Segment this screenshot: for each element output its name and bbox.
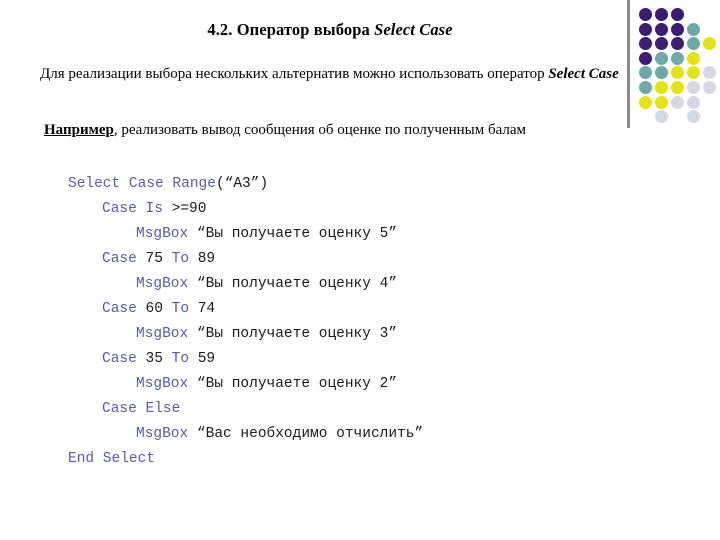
decorative-dot — [671, 95, 684, 109]
decorative-dot — [655, 66, 668, 80]
vertical-divider-line — [627, 0, 630, 128]
decorative-dot — [655, 110, 668, 124]
code-line: Case Is >=90 — [68, 197, 423, 222]
code-line: MsgBox “Вы получаете оценку 3” — [68, 322, 423, 347]
code-literal: 75 — [136, 251, 172, 267]
code-literal: 60 — [136, 301, 172, 317]
code-keyword: Case Is — [102, 201, 163, 217]
code-block: Select Case Range(“A3”) Case Is >=90 MsgBo… — [68, 172, 423, 472]
intro-paragraph-emphasis: Select Case — [548, 66, 619, 82]
code-literal: “Вас необходимо отчислить” — [188, 426, 424, 442]
page-title: 4.2. Оператор выбора Select Case — [40, 20, 620, 40]
code-keyword: MsgBox — [136, 276, 189, 292]
code-literal: “Вы получаете оценку 5” — [188, 226, 398, 242]
code-line: MsgBox “Вы получаете оценку 2” — [68, 372, 423, 397]
decorative-dot — [655, 51, 668, 65]
decorative-dot — [639, 22, 652, 36]
code-keyword: MsgBox — [136, 226, 189, 242]
code-keyword: To — [171, 351, 190, 367]
decorative-dot-graphic — [627, 0, 720, 132]
page-title-emphasis: Select Case — [374, 20, 453, 39]
decorative-dot — [655, 22, 668, 36]
decorative-dot — [639, 81, 652, 94]
code-line: MsgBox “Вас необходимо отчислить” — [68, 422, 423, 447]
decorative-dot — [703, 66, 716, 80]
code-line: Case 75 To 89 — [68, 247, 423, 272]
code-literal: “Вы получаете оценку 4” — [188, 276, 398, 292]
page-title-main: 4.2. Оператор выбора — [207, 20, 375, 39]
code-literal: 89 — [189, 251, 216, 267]
decorative-dot — [639, 66, 652, 80]
code-literal: (“A3”) — [215, 176, 269, 192]
code-literal: 59 — [189, 351, 216, 367]
code-line: Select Case Range(“A3”) — [68, 172, 423, 197]
decorative-dot — [687, 66, 700, 80]
code-keyword: Case — [102, 351, 137, 367]
dot-grid — [639, 8, 719, 126]
decorative-dot — [671, 8, 684, 21]
example-line: Например, реализовать вывод сообщения об… — [44, 119, 624, 141]
decorative-dot — [671, 81, 684, 94]
code-keyword: MsgBox — [136, 426, 189, 442]
decorative-dot — [639, 8, 652, 21]
code-literal: “Вы получаете оценку 3” — [188, 326, 398, 342]
code-keyword: MsgBox — [136, 376, 189, 392]
code-keyword: Case — [102, 301, 137, 317]
code-literal: >=90 — [162, 201, 207, 217]
decorative-dot — [639, 95, 652, 109]
example-description: , реализовать вывод сообщения об оценке … — [113, 122, 527, 138]
code-keyword: End Select — [68, 451, 156, 467]
decorative-dot — [687, 51, 700, 65]
decorative-dot — [687, 22, 700, 36]
code-keyword: Case — [102, 251, 137, 267]
code-line: End Select — [68, 447, 423, 472]
decorative-dot — [671, 51, 684, 65]
code-line: Case 60 To 74 — [68, 297, 423, 322]
decorative-dot — [687, 37, 700, 51]
intro-paragraph: Для реализации выбора нескольких альтерн… — [40, 63, 620, 86]
decorative-dot — [655, 95, 668, 109]
decorative-dot — [639, 51, 652, 65]
code-line: MsgBox “Вы получаете оценку 5” — [68, 222, 423, 247]
decorative-dot — [655, 81, 668, 94]
code-keyword: To — [171, 251, 190, 267]
decorative-dot — [671, 22, 684, 36]
decorative-dot — [639, 37, 652, 51]
decorative-dot — [687, 95, 700, 109]
decorative-dot — [671, 66, 684, 80]
code-keyword: Case Else — [102, 401, 181, 417]
code-literal: 35 — [136, 351, 172, 367]
example-label: Например — [44, 122, 114, 138]
decorative-dot — [703, 81, 716, 94]
decorative-dot — [703, 37, 716, 51]
decorative-dot — [687, 81, 700, 94]
code-literal: “Вы получаете оценку 2” — [188, 376, 398, 392]
code-keyword: Select Case Range — [68, 176, 216, 192]
decorative-dot — [655, 8, 668, 21]
intro-paragraph-text: Для реализации выбора нескольких альтерн… — [40, 66, 549, 82]
decorative-dot — [671, 37, 684, 51]
code-literal: 74 — [189, 301, 216, 317]
decorative-dot — [687, 110, 700, 124]
code-line: Case Else — [68, 397, 423, 422]
code-keyword: To — [171, 301, 190, 317]
code-line: MsgBox “Вы получаете оценку 4” — [68, 272, 423, 297]
decorative-dot — [655, 37, 668, 51]
code-keyword: MsgBox — [136, 326, 189, 342]
code-line: Case 35 To 59 — [68, 347, 423, 372]
